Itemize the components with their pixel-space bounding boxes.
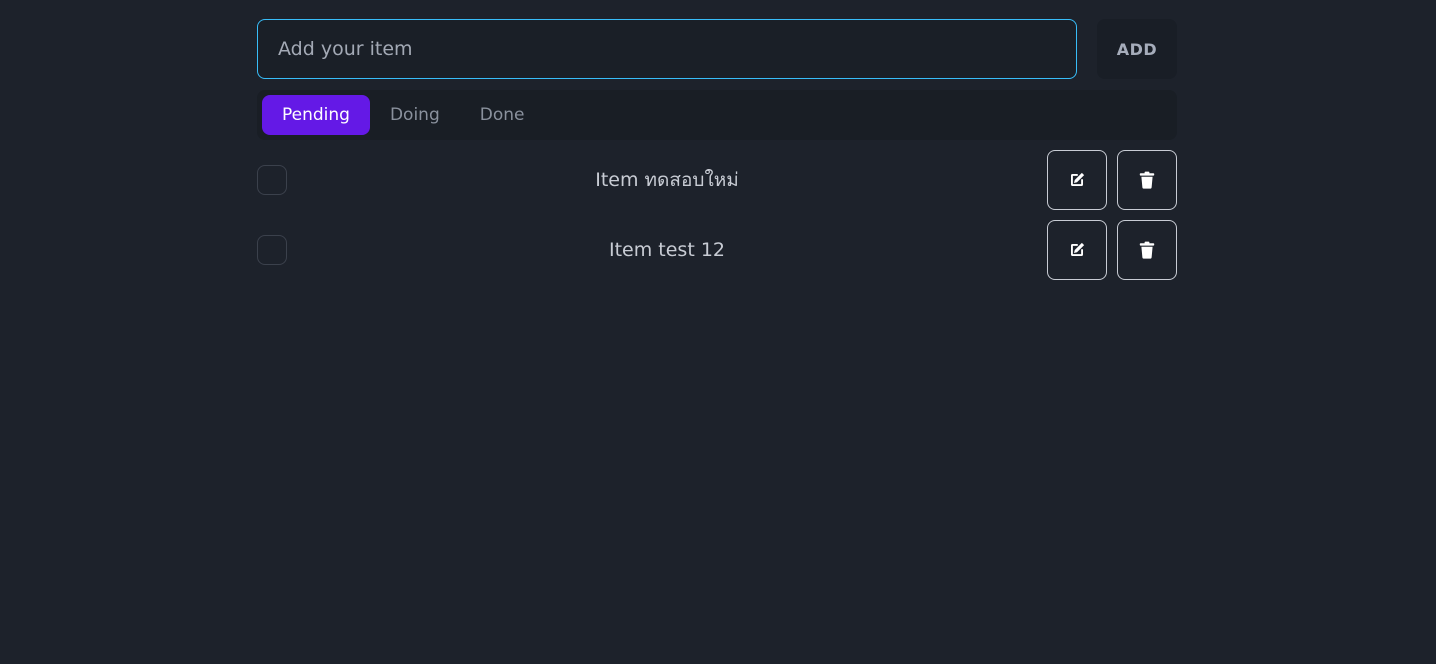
tab-done[interactable]: Done (460, 95, 545, 135)
delete-button[interactable] (1117, 220, 1177, 280)
edit-icon (1071, 172, 1085, 186)
item-list: Item ทดสอบใหม่ Item test 12 (257, 150, 1177, 280)
status-tabs: Pending Doing Done (257, 90, 1177, 140)
add-item-row: ADD (257, 19, 1177, 79)
item-text: Item test 12 (609, 239, 725, 261)
item-actions (1037, 220, 1177, 280)
item-checkbox[interactable] (257, 235, 287, 265)
item-checkbox[interactable] (257, 165, 287, 195)
edit-button[interactable] (1047, 220, 1107, 280)
edit-button[interactable] (1047, 150, 1107, 210)
list-item: Item test 12 (257, 220, 1177, 280)
trash-icon (1139, 171, 1155, 189)
edit-icon (1071, 242, 1085, 256)
todo-app: ADD Pending Doing Done Item ทดสอบใหม่ (257, 19, 1177, 290)
trash-icon (1139, 241, 1155, 259)
item-text: Item ทดสอบใหม่ (595, 169, 739, 191)
add-button[interactable]: ADD (1097, 19, 1177, 79)
list-item: Item ทดสอบใหม่ (257, 150, 1177, 210)
tab-pending[interactable]: Pending (262, 95, 370, 135)
tab-doing[interactable]: Doing (370, 95, 460, 135)
add-item-input[interactable] (257, 19, 1077, 79)
delete-button[interactable] (1117, 150, 1177, 210)
item-actions (1037, 150, 1177, 210)
